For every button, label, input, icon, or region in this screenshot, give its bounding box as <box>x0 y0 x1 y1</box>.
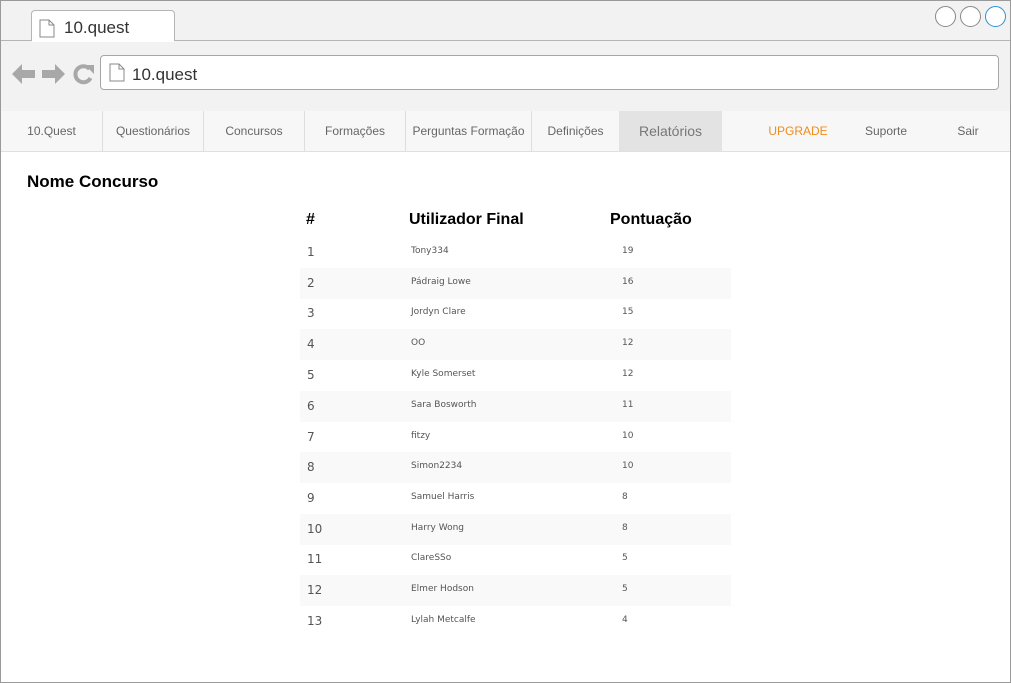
table-row: 1 Tony334 19 <box>300 237 731 268</box>
row-rank: 10 <box>307 522 323 536</box>
row-user: Lylah Metcalfe <box>411 615 476 625</box>
window-minimize-button[interactable] <box>960 6 981 27</box>
row-score: 5 <box>622 584 628 594</box>
row-user: Samuel Harris <box>411 492 475 502</box>
row-user: OO <box>411 338 426 348</box>
row-user: Kyle Somerset <box>411 369 476 379</box>
nav-relatorios[interactable]: Relatórios <box>619 111 722 151</box>
page-icon <box>109 63 125 82</box>
nav-home[interactable]: 10.Quest <box>1 111 103 151</box>
row-user: Sara Bosworth <box>411 400 477 410</box>
nav-perguntas-formacao[interactable]: Perguntas Formação <box>406 111 532 151</box>
row-score: 16 <box>622 277 634 287</box>
row-user: Pádraig Lowe <box>411 277 471 287</box>
nav-questionarios[interactable]: Questionários <box>103 111 204 151</box>
window-maximize-button[interactable] <box>985 6 1006 27</box>
row-rank: 2 <box>307 276 315 290</box>
row-rank: 13 <box>307 614 323 628</box>
table-row: 4 OO 12 <box>300 329 731 360</box>
nav-sair[interactable]: Sair <box>918 111 1011 151</box>
column-header-score: Pontuação <box>610 211 692 228</box>
row-rank: 12 <box>307 583 323 597</box>
address-bar[interactable]: 10.quest <box>100 55 999 90</box>
row-score: 12 <box>622 338 634 348</box>
nav-definicoes[interactable]: Definições <box>532 111 619 151</box>
table-row: 8 Simon2234 10 <box>300 452 731 483</box>
row-score: 10 <box>622 431 634 441</box>
tab-title: 10.quest <box>64 18 130 37</box>
row-user: Simon2234 <box>411 461 463 471</box>
table-row: 13 Lylah Metcalfe 4 <box>300 606 731 637</box>
row-user: fitzy <box>411 431 431 441</box>
document-icon <box>39 19 55 38</box>
row-score: 4 <box>622 615 628 625</box>
table-row: 12 Elmer Hodson 5 <box>300 575 731 606</box>
row-score: 19 <box>622 246 634 256</box>
active-tab-joint <box>32 40 174 42</box>
row-rank: 8 <box>307 460 315 474</box>
row-rank: 11 <box>307 552 323 566</box>
address-text: 10.quest <box>132 65 198 84</box>
table-row: 11 ClareSSo 5 <box>300 544 731 575</box>
forward-arrow-icon[interactable] <box>41 63 66 85</box>
row-user: ClareSSo <box>411 553 452 563</box>
browser-window: 10.quest 10.quest 10.Quest Questionários… <box>0 0 1011 683</box>
page-title: Nome Concurso <box>27 172 159 191</box>
table-row: 6 Sara Bosworth 11 <box>300 391 731 422</box>
column-header-user: Utilizador Final <box>409 211 524 228</box>
table-row: 2 Pádraig Lowe 16 <box>300 268 731 299</box>
nav-concursos[interactable]: Concursos <box>204 111 305 151</box>
row-rank: 1 <box>307 245 315 259</box>
browser-tab[interactable]: 10.quest <box>31 10 175 41</box>
row-score: 8 <box>622 492 628 502</box>
back-arrow-icon[interactable] <box>11 63 36 85</box>
row-user: Elmer Hodson <box>411 584 474 594</box>
table-row: 9 Samuel Harris 8 <box>300 483 731 514</box>
row-rank: 9 <box>307 491 315 505</box>
row-rank: 4 <box>307 337 315 351</box>
window-close-button[interactable] <box>935 6 956 27</box>
row-user: Tony334 <box>411 246 449 256</box>
row-score: 5 <box>622 553 628 563</box>
row-rank: 6 <box>307 399 315 413</box>
column-header-rank: # <box>306 211 315 228</box>
table-row: 3 Jordyn Clare 15 <box>300 298 731 329</box>
row-score: 15 <box>622 307 634 317</box>
row-rank: 7 <box>307 430 315 444</box>
reload-icon[interactable] <box>72 63 95 85</box>
nav-formacoes[interactable]: Formações <box>305 111 406 151</box>
row-score: 12 <box>622 369 634 379</box>
row-score: 11 <box>622 400 634 410</box>
table-row: 10 Harry Wong 8 <box>300 514 731 545</box>
row-user: Jordyn Clare <box>411 307 466 317</box>
browser-chrome: 10.quest 10.quest <box>1 1 1010 112</box>
nav-upgrade[interactable]: UPGRADE <box>748 111 848 151</box>
app-navbar: 10.Quest Questionários Concursos Formaçõ… <box>1 111 1010 152</box>
table-row: 7 fitzy 10 <box>300 422 731 453</box>
table-row: 5 Kyle Somerset 12 <box>300 360 731 391</box>
row-user: Harry Wong <box>411 523 465 533</box>
row-rank: 3 <box>307 306 315 320</box>
row-score: 10 <box>622 461 634 471</box>
row-rank: 5 <box>307 368 315 382</box>
row-score: 8 <box>622 523 628 533</box>
